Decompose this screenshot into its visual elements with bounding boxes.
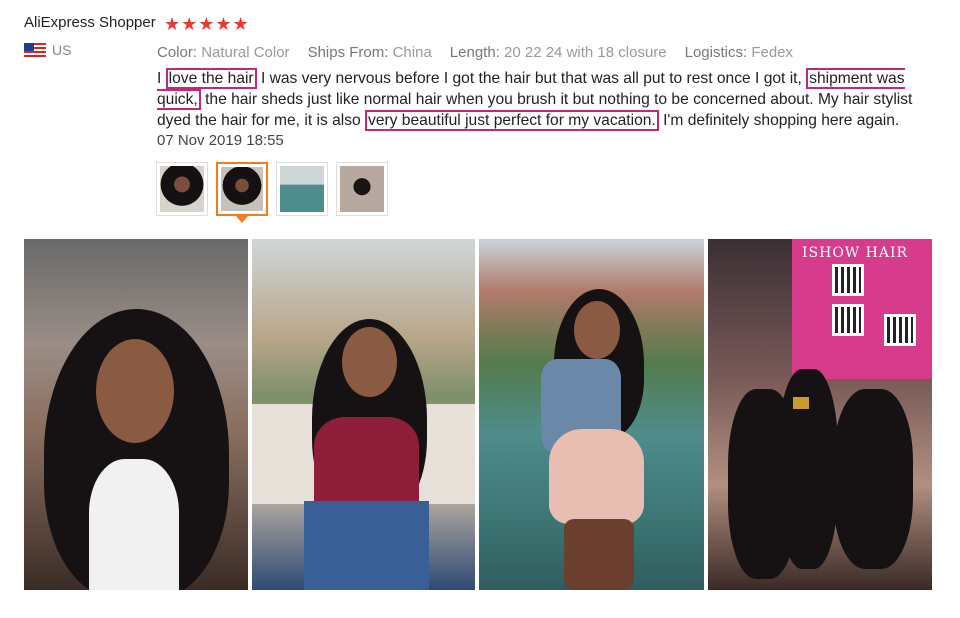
thumbnail-photo-2[interactable] <box>216 162 268 223</box>
active-thumbnail-caret-icon <box>236 216 248 223</box>
attr-color: Color: Natural Color <box>157 44 290 61</box>
bag-brand-text: ISHOW HAIR <box>802 245 909 261</box>
highlight-love-the-hair: love the hair <box>165 68 257 89</box>
review-text: I love the hair I was very nervous befor… <box>157 68 913 131</box>
reviewer-name: AliExpress Shopper <box>24 14 156 31</box>
review-photo-4[interactable]: ISHOW HAIR <box>708 239 932 590</box>
country-label: US <box>52 42 72 58</box>
product-attributes: Color: Natural Color Ships From: China L… <box>157 44 793 61</box>
us-flag-icon <box>24 43 46 57</box>
rating-stars: ★★★★★ <box>164 14 250 34</box>
attr-logistics: Logistics: Fedex <box>684 44 794 61</box>
review-photo-3[interactable] <box>479 239 704 590</box>
reviewer-country: US <box>24 42 71 58</box>
review-photo-2[interactable] <box>252 239 475 590</box>
attr-length: Length: 20 22 24 with 18 closure <box>449 44 667 61</box>
product-bag: ISHOW HAIR <box>792 239 932 379</box>
thumbnail-photo-4[interactable] <box>336 162 388 216</box>
highlight-perfect-vacation: very beautiful just perfect for my vacat… <box>365 110 659 131</box>
thumbnail-photo-3[interactable] <box>276 162 328 216</box>
photo-thumbnails <box>156 162 388 223</box>
thumbnail-photo-1[interactable] <box>156 162 208 216</box>
attr-ships-from: Ships From: China <box>307 44 432 61</box>
review-photo-1[interactable] <box>24 239 248 590</box>
review-date: 07 Nov 2019 18:55 <box>157 132 284 149</box>
